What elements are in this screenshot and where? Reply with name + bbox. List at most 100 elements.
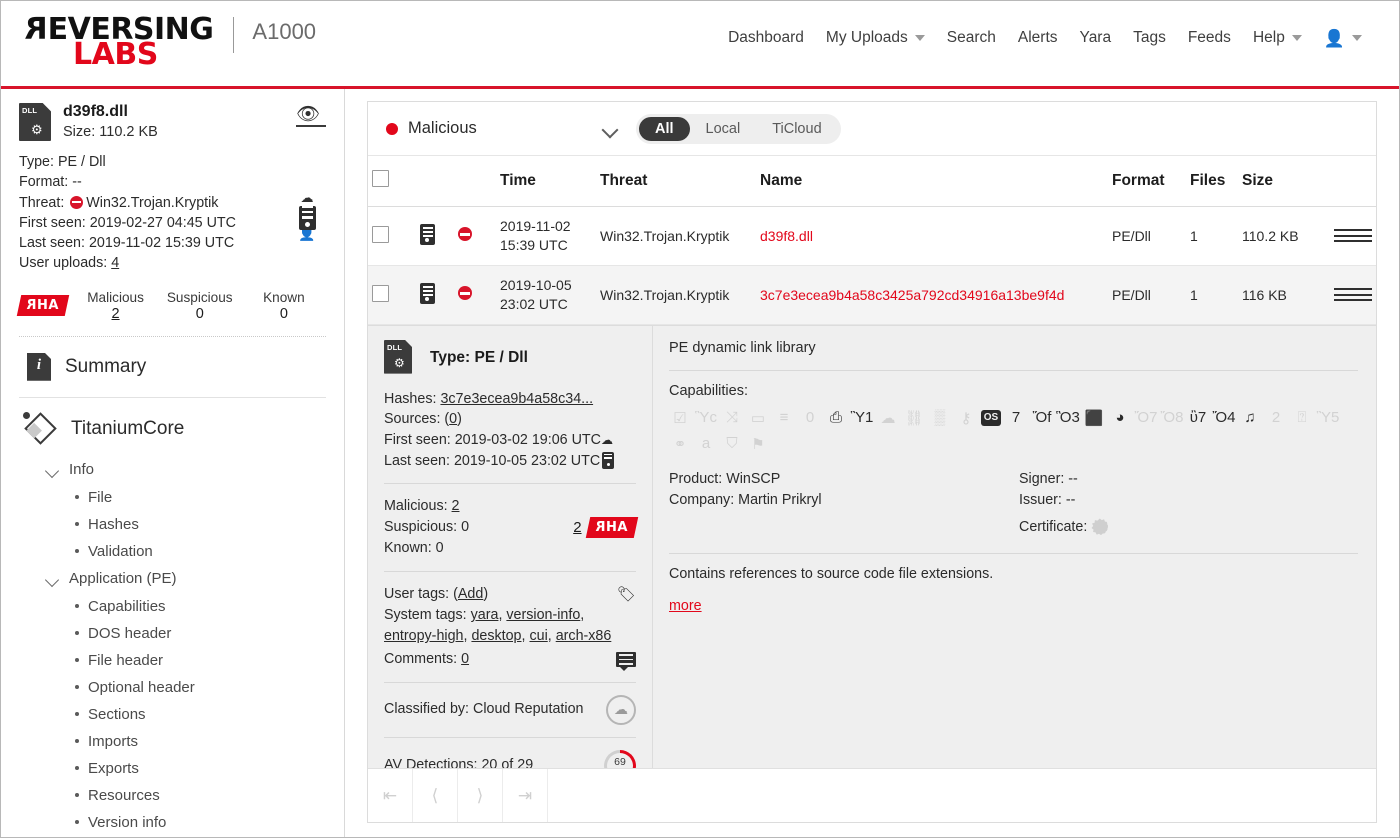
camera-icon[interactable]: ὏7	[1005, 407, 1027, 429]
prev-page-button[interactable]: ⟨	[413, 769, 458, 822]
detail-sources: Sources: (0)	[384, 409, 636, 430]
user-uploads-link[interactable]: 4	[111, 255, 119, 271]
file-name-link[interactable]: d39f8.dll	[760, 228, 813, 244]
terminal-icon[interactable]: ⬛	[1083, 407, 1105, 429]
tag-link[interactable]: entropy-high	[384, 628, 463, 644]
col-files[interactable]: Files	[1186, 156, 1238, 207]
list-icon[interactable]: ≡	[773, 407, 795, 429]
tree-leaf-sections[interactable]: Sections	[19, 701, 326, 728]
malicious-count-link[interactable]: 2	[452, 498, 460, 514]
nav-yara[interactable]: Yara	[1069, 25, 1123, 51]
tree-leaf-resources[interactable]: Resources	[19, 782, 326, 809]
tree-leaf-imports[interactable]: Imports	[19, 728, 326, 755]
tag-link[interactable]: yara	[471, 607, 499, 623]
tree-leaf-file-header[interactable]: File header	[19, 647, 326, 674]
cloud-upload-icon[interactable]: ☁	[877, 407, 899, 429]
tree-node-info[interactable]: Info	[19, 456, 326, 484]
row-checkbox[interactable]	[372, 285, 389, 302]
wrench-icon[interactable]: ὒ7	[1187, 407, 1209, 429]
tag-link[interactable]: version-info	[506, 607, 580, 623]
tree-node-application-pe[interactable]: Application (PE)	[19, 565, 326, 593]
table-row[interactable]: 2019-10-05 23:02 UTC Win32.Trojan.Krypti…	[368, 265, 1376, 324]
tree-leaf-file[interactable]: File	[19, 484, 326, 511]
brand-logo[interactable]: REVERSING LABS A1000	[25, 15, 316, 70]
user-menu[interactable]: 👤	[1313, 26, 1373, 51]
card-icon[interactable]: Ὃ3	[1057, 407, 1079, 429]
window-icon[interactable]: ▭	[747, 407, 769, 429]
contact-card-icon[interactable]: Ὄ7	[1135, 407, 1157, 429]
comment-icon[interactable]	[616, 652, 636, 667]
nav-help[interactable]: Help	[1242, 25, 1313, 51]
row-checkbox[interactable]	[372, 226, 389, 243]
tag-link[interactable]: desktop	[471, 628, 521, 644]
flag-icon[interactable]: ⚑	[747, 433, 769, 455]
tree-leaf-dos-header[interactable]: DOS header	[19, 620, 326, 647]
segment-all[interactable]: All	[639, 117, 690, 141]
file-hash-link[interactable]: 3c7e3ecea9b4a58c3425a792cd34916a13be9f4d	[760, 287, 1064, 303]
tag-link[interactable]: arch-x86	[556, 628, 612, 644]
tree-leaf-version-info[interactable]: Version info	[19, 809, 326, 836]
mouse-icon[interactable]: Ὓ1	[851, 407, 873, 429]
clock-icon[interactable]: ◕	[1109, 407, 1131, 429]
add-tag-link[interactable]: Add	[458, 586, 483, 602]
select-all-checkbox[interactable]	[372, 170, 389, 187]
folder-icon[interactable]: ὜0	[799, 407, 821, 429]
clipboard-icon[interactable]: ☑	[669, 407, 691, 429]
chart-icon[interactable]: Ὄ8	[1161, 407, 1183, 429]
settings-icon[interactable]: ⚭	[669, 433, 691, 455]
os-icon[interactable]: OS	[981, 410, 1001, 426]
segment-local[interactable]: Local	[690, 117, 757, 141]
archive-icon[interactable]: ὜2	[1265, 407, 1287, 429]
nav-feeds[interactable]: Feeds	[1177, 25, 1242, 51]
col-size[interactable]: Size	[1238, 156, 1330, 207]
ram-icon[interactable]: Ὅf	[1031, 407, 1053, 429]
table-row[interactable]: 2019-11-02 15:39 UTC Win32.Trojan.Krypti…	[368, 207, 1376, 266]
hash-link[interactable]: 3c7e3ecea9b4a58c34...	[440, 391, 593, 407]
tag-link[interactable]: cui	[529, 628, 547, 644]
results-panel: Malicious All Local TiCloud	[367, 101, 1377, 823]
tree-leaf-optional-header[interactable]: Optional header	[19, 674, 326, 701]
shield-icon[interactable]: ⛉	[721, 433, 743, 455]
row-menu-button[interactable]	[1334, 229, 1372, 242]
sidebar-item-titaniumcore[interactable]: TitaniumCore	[19, 398, 326, 456]
sources-link[interactable]: 0	[449, 411, 457, 427]
key-icon[interactable]: ⚷	[955, 407, 977, 429]
nav-alerts[interactable]: Alerts	[1007, 25, 1069, 51]
printer-icon[interactable]: ⎙	[825, 407, 847, 429]
col-name[interactable]: Name	[756, 156, 1108, 207]
col-format[interactable]: Format	[1108, 156, 1186, 207]
nav-tags[interactable]: Tags	[1122, 25, 1177, 51]
segment-ticloud[interactable]: TiCloud	[756, 117, 837, 141]
col-time[interactable]: Time	[496, 156, 596, 207]
tree-leaf-validation[interactable]: Validation	[19, 538, 326, 565]
nav-search[interactable]: Search	[936, 25, 1007, 51]
sidebar-item-summary[interactable]: Summary	[19, 337, 326, 398]
counter-value[interactable]: 2	[73, 306, 157, 322]
comment-icon[interactable]: ὞a	[695, 433, 717, 455]
help-icon[interactable]: ⍰	[1291, 407, 1313, 429]
barcode-icon[interactable]: ▒	[929, 407, 951, 429]
monitor-icon[interactable]: Ὓ5	[1317, 407, 1339, 429]
nav-dashboard[interactable]: Dashboard	[717, 25, 815, 51]
comments-link[interactable]: 0	[461, 651, 469, 667]
tree-leaf-hashes[interactable]: Hashes	[19, 511, 326, 538]
nav-my-uploads[interactable]: My Uploads	[815, 25, 936, 51]
first-page-button[interactable]: ⇤	[368, 769, 413, 822]
server-icon	[299, 206, 316, 230]
more-link[interactable]: more	[669, 598, 702, 614]
network-icon[interactable]: ⛓	[903, 407, 925, 429]
next-page-button[interactable]: ⟩	[458, 769, 503, 822]
row-menu-button[interactable]	[1334, 288, 1372, 301]
col-threat[interactable]: Threat	[596, 156, 756, 207]
tree-leaf-capabilities[interactable]: Capabilities	[19, 593, 326, 620]
last-page-button[interactable]: ⇥	[503, 769, 548, 822]
image-icon[interactable]: Ὓc	[695, 407, 717, 429]
shuffle-icon[interactable]: ⤨	[721, 407, 743, 429]
rha-count[interactable]: 2	[573, 519, 581, 536]
document-icon[interactable]: Ὄ4	[1213, 407, 1235, 429]
music-icon[interactable]: ♫	[1239, 407, 1261, 429]
tag-icon[interactable]: 🏷	[617, 584, 636, 606]
status-filter-dropdown[interactable]: Malicious	[386, 119, 618, 138]
tree-leaf-exports[interactable]: Exports	[19, 755, 326, 782]
preview-eye-button[interactable]: 👁	[296, 107, 326, 127]
